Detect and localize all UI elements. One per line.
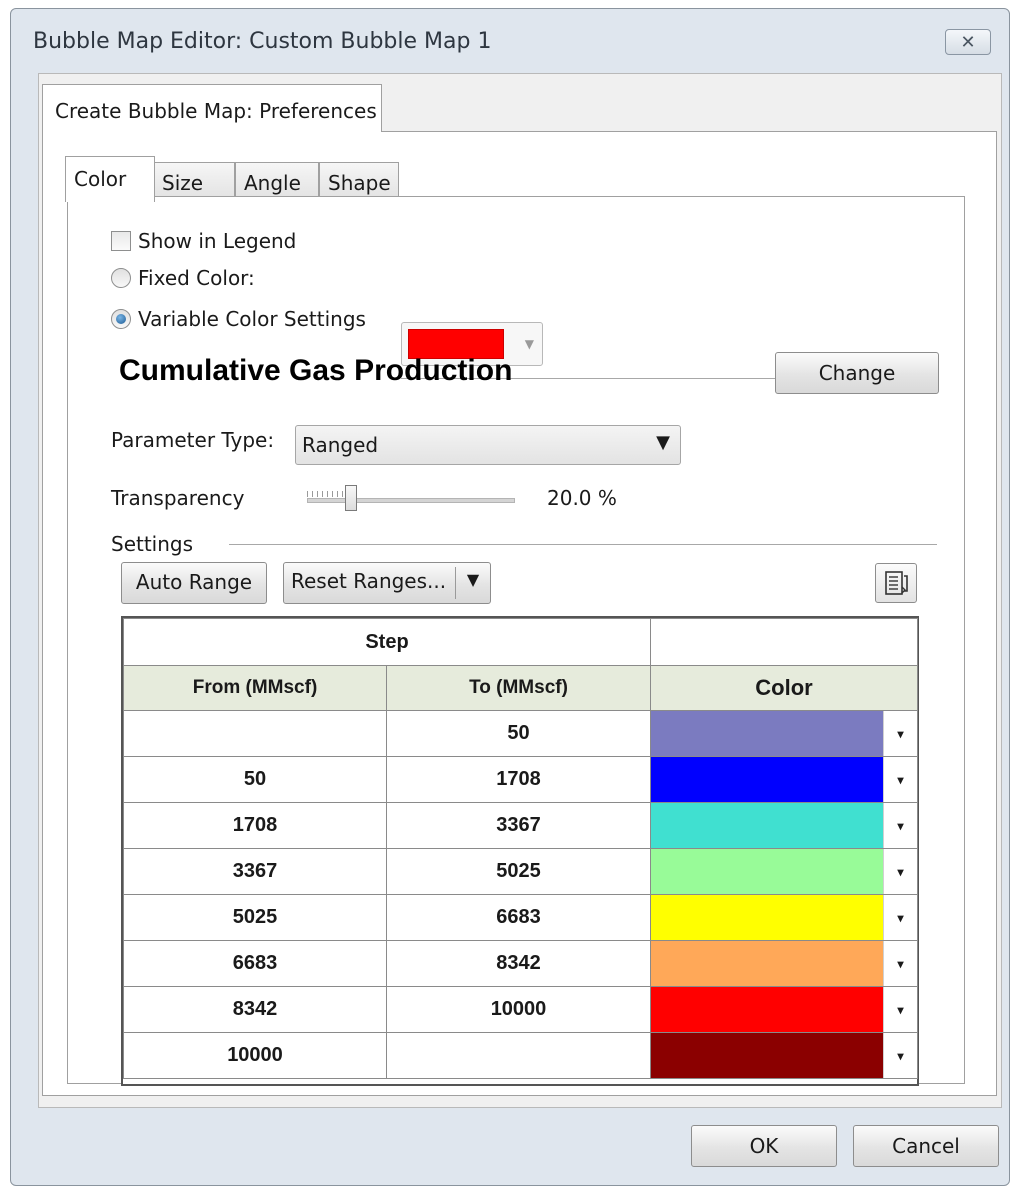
from-cell[interactable]: 8342 [123, 986, 387, 1033]
to-cell[interactable]: 1708 [386, 756, 651, 803]
property-tabs: Color Size Angle Shape [65, 156, 465, 202]
transparency-slider-thumb[interactable] [345, 485, 357, 511]
color-swatch [651, 757, 884, 802]
export-settings-button[interactable] [875, 563, 917, 603]
empty-group-header [650, 618, 918, 666]
chevron-down-icon[interactable]: ▼ [456, 563, 490, 603]
close-icon: ✕ [960, 31, 976, 53]
radio-circle-selected[interactable] [111, 309, 131, 329]
variable-color-radio[interactable]: Variable Color Settings [111, 307, 366, 331]
dialog-client-area: Create Bubble Map: Preferences Color Siz… [38, 73, 1002, 1108]
color-swatch [651, 711, 884, 756]
from-cell[interactable]: 6683 [123, 940, 387, 987]
color-cell[interactable]: ▾ [650, 940, 918, 987]
chevron-down-icon[interactable]: ▾ [883, 987, 917, 1032]
from-cell[interactable]: 1708 [123, 802, 387, 849]
dialog-window: Bubble Map Editor: Custom Bubble Map 1 ✕… [10, 8, 1010, 1186]
color-swatch [651, 941, 884, 986]
settings-divider [229, 544, 937, 545]
chevron-down-icon[interactable]: ▾ [883, 941, 917, 986]
color-cell[interactable]: ▾ [650, 894, 918, 941]
parameter-name: Cumulative Gas Production [119, 354, 513, 387]
auto-range-button[interactable]: Auto Range [121, 562, 267, 604]
color-cell[interactable]: ▾ [650, 848, 918, 895]
to-cell[interactable]: 10000 [386, 986, 651, 1033]
from-cell[interactable] [123, 710, 387, 757]
tab-size[interactable]: Size [153, 162, 235, 200]
table-row[interactable]: 50 1708 ▾ [123, 756, 918, 803]
to-cell[interactable]: 5025 [386, 848, 651, 895]
to-cell[interactable]: 3367 [386, 802, 651, 849]
color-swatch [651, 1033, 884, 1078]
chevron-down-icon[interactable]: ▾ [883, 803, 917, 848]
reset-ranges-button[interactable]: Reset Ranges... ▼ [283, 562, 491, 604]
window-title: Bubble Map Editor: Custom Bubble Map 1 [33, 29, 492, 54]
parameter-type-label: Parameter Type: [111, 428, 275, 452]
color-ranges-grid[interactable]: Step From (MMscf) To (MMscf) Color 50 ▾ 50… [121, 616, 919, 1086]
color-cell[interactable]: ▾ [650, 986, 918, 1033]
column-header-to[interactable]: To (MMscf) [386, 665, 651, 711]
chevron-down-icon[interactable]: ▾ [883, 895, 917, 940]
color-ranges-table: Step From (MMscf) To (MMscf) Color 50 ▾ 50… [123, 618, 918, 1079]
table-row[interactable]: 8342 10000 ▾ [123, 986, 918, 1033]
to-cell[interactable]: 8342 [386, 940, 651, 987]
tab-shape[interactable]: Shape [319, 162, 399, 200]
to-cell[interactable]: 6683 [386, 894, 651, 941]
transparency-value: 20.0 % [547, 486, 617, 510]
chevron-down-icon[interactable]: ▾ [883, 849, 917, 894]
chevron-down-icon: ▼ [656, 432, 670, 453]
chevron-down-icon[interactable]: ▾ [883, 1033, 917, 1078]
show-in-legend-label: Show in Legend [138, 229, 297, 253]
step-group-header: Step [123, 618, 651, 666]
close-button[interactable]: ✕ [945, 29, 991, 55]
color-cell[interactable]: ▾ [650, 802, 918, 849]
color-cell[interactable]: ▾ [650, 1032, 918, 1079]
reset-ranges-label: Reset Ranges... [291, 569, 447, 593]
table-row[interactable]: 6683 8342 ▾ [123, 940, 918, 987]
change-button[interactable]: Change [775, 352, 939, 394]
tab-color[interactable]: Color [65, 156, 155, 202]
tab-create-bubble-map-preferences[interactable]: Create Bubble Map: Preferences [42, 84, 382, 132]
to-cell[interactable]: 50 [386, 710, 651, 757]
parameter-type-value: Ranged [302, 433, 379, 457]
checkbox-box[interactable] [111, 231, 131, 251]
table-row[interactable]: 50 ▾ [123, 710, 918, 757]
radio-circle[interactable] [111, 268, 131, 288]
fixed-color-radio[interactable]: Fixed Color: [111, 266, 255, 290]
chevron-down-icon: ▼ [524, 337, 534, 351]
column-header-from[interactable]: From (MMscf) [123, 665, 387, 711]
from-cell[interactable]: 3367 [123, 848, 387, 895]
export-icon [885, 571, 908, 595]
table-row[interactable]: 3367 5025 ▾ [123, 848, 918, 895]
table-row[interactable]: 10000 ▾ [123, 1032, 918, 1079]
table-row[interactable]: 5025 6683 ▾ [123, 894, 918, 941]
ok-button[interactable]: OK [691, 1125, 837, 1167]
from-cell[interactable]: 50 [123, 756, 387, 803]
from-cell[interactable]: 10000 [123, 1032, 387, 1079]
preferences-panel: Color Size Angle Shape Show in Legend Fi… [42, 131, 997, 1096]
title-bar[interactable]: Bubble Map Editor: Custom Bubble Map 1 ✕ [11, 9, 1009, 75]
chevron-down-icon[interactable]: ▾ [883, 757, 917, 802]
settings-label: Settings [111, 532, 194, 556]
transparency-label: Transparency [111, 486, 245, 510]
color-cell[interactable]: ▾ [650, 756, 918, 803]
transparency-slider-track[interactable] [307, 498, 515, 503]
from-cell[interactable]: 5025 [123, 894, 387, 941]
to-cell[interactable] [386, 1032, 651, 1079]
parameter-type-select[interactable]: Ranged ▼ [295, 425, 681, 465]
show-in-legend-checkbox[interactable]: Show in Legend [111, 229, 296, 253]
color-cell[interactable]: ▾ [650, 710, 918, 757]
table-row[interactable]: 1708 3367 ▾ [123, 802, 918, 849]
color-swatch [651, 895, 884, 940]
tab-angle[interactable]: Angle [235, 162, 319, 200]
color-swatch [651, 849, 884, 894]
cancel-button[interactable]: Cancel [853, 1125, 999, 1167]
variable-color-label: Variable Color Settings [138, 307, 366, 331]
column-header-color[interactable]: Color [650, 665, 918, 711]
color-swatch [651, 987, 884, 1032]
color-swatch [651, 803, 884, 848]
fixed-color-label: Fixed Color: [138, 266, 255, 290]
chevron-down-icon[interactable]: ▾ [883, 711, 917, 756]
